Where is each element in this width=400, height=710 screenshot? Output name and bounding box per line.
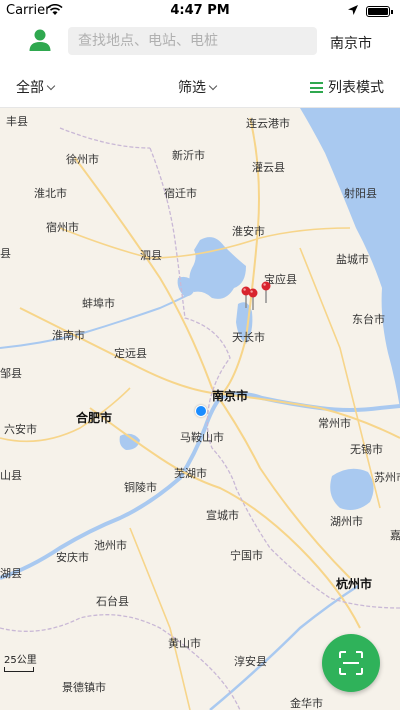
map-label: 宣城市 (206, 509, 239, 522)
map-label: 宁国市 (230, 549, 263, 562)
top-bar: 南京市 (0, 22, 400, 62)
all-filter-label: 全部 (16, 80, 44, 96)
map-label: 安庆市 (56, 551, 89, 564)
user-icon[interactable] (28, 28, 52, 52)
map-label: 景德镇市 (62, 681, 106, 694)
battery-icon (366, 6, 393, 17)
map-label: 灌云县 (252, 161, 285, 174)
map-label: 淳安县 (234, 655, 267, 668)
map-label: 射阳县 (344, 187, 377, 200)
map-label: 淮安市 (232, 225, 265, 238)
map-label: 泗县 (140, 249, 162, 262)
map-label: 盐城市 (336, 253, 369, 266)
map-label: 金华市 (290, 697, 323, 710)
map-label: 徐州市 (66, 153, 99, 166)
list-mode-button[interactable]: 列表模式 (310, 77, 384, 97)
map-label: 宿州市 (46, 221, 79, 234)
location-arrow-icon (348, 5, 358, 15)
map-label: 湖县 (0, 567, 22, 580)
map-label: 黄山市 (168, 637, 201, 650)
search-input[interactable] (68, 27, 317, 55)
map-label: 蚌埠市 (82, 297, 115, 310)
map-label: 连云港市 (246, 117, 290, 130)
city-selector[interactable]: 南京市 (330, 33, 372, 53)
map-label: 东台市 (352, 313, 385, 326)
map-label: 邹县 (0, 367, 22, 380)
map-label: 嘉 (390, 529, 400, 542)
map-label: 芜湖市 (174, 467, 207, 480)
map-label: 南京市 (212, 389, 249, 403)
map-label: 丰县 (6, 115, 28, 128)
map-label: 马鞍山市 (180, 431, 224, 444)
map-label: 新沂市 (172, 149, 205, 162)
status-bar: Carrier 4:47 PM (0, 0, 400, 22)
clock: 4:47 PM (170, 3, 230, 18)
scan-icon (339, 651, 363, 675)
map-label: 定远县 (114, 347, 147, 360)
map-scale-label: 25公里 (4, 655, 37, 666)
map-label: 苏州市 (374, 471, 400, 484)
list-mode-label: 列表模式 (328, 80, 384, 96)
map-label: 淮北市 (34, 187, 67, 200)
map-label: 无锡市 (350, 443, 383, 456)
map-label: 县 (0, 247, 11, 260)
map-label: 湖州市 (330, 515, 363, 528)
all-filter-dropdown[interactable]: 全部 (16, 77, 56, 97)
map-label: 池州市 (94, 539, 127, 552)
map-label: 天长市 (232, 331, 265, 344)
map-pin-icon[interactable] (261, 281, 271, 303)
filter-bar: 全部 筛选 列表模式 (0, 66, 400, 108)
chevron-down-icon (46, 81, 56, 91)
chevron-down-icon (208, 81, 218, 91)
map-view[interactable]: 丰县 连云港市 徐州市 新沂市 灌云县 淮北市 宿迁市 射阳县 宿州市 淮安市 … (0, 108, 400, 710)
screen-filter-label: 筛选 (178, 80, 206, 96)
map-scale: 25公里 (4, 651, 37, 672)
map-label: 宿迁市 (164, 187, 197, 200)
my-location-dot (195, 405, 207, 417)
list-icon (310, 82, 323, 93)
map-label: 六安市 (4, 423, 37, 436)
map-label: 合肥市 (76, 411, 113, 425)
map-label: 铜陵市 (124, 481, 157, 494)
map-pin-icon[interactable] (248, 288, 258, 310)
map-label: 杭州市 (336, 577, 373, 591)
map-label: 石台县 (96, 595, 129, 608)
scan-button[interactable] (322, 634, 380, 692)
screen-filter-dropdown[interactable]: 筛选 (178, 77, 218, 97)
map-label: 常州市 (318, 417, 351, 430)
map-label: 山县 (0, 469, 22, 482)
map-label: 淮南市 (52, 329, 85, 342)
